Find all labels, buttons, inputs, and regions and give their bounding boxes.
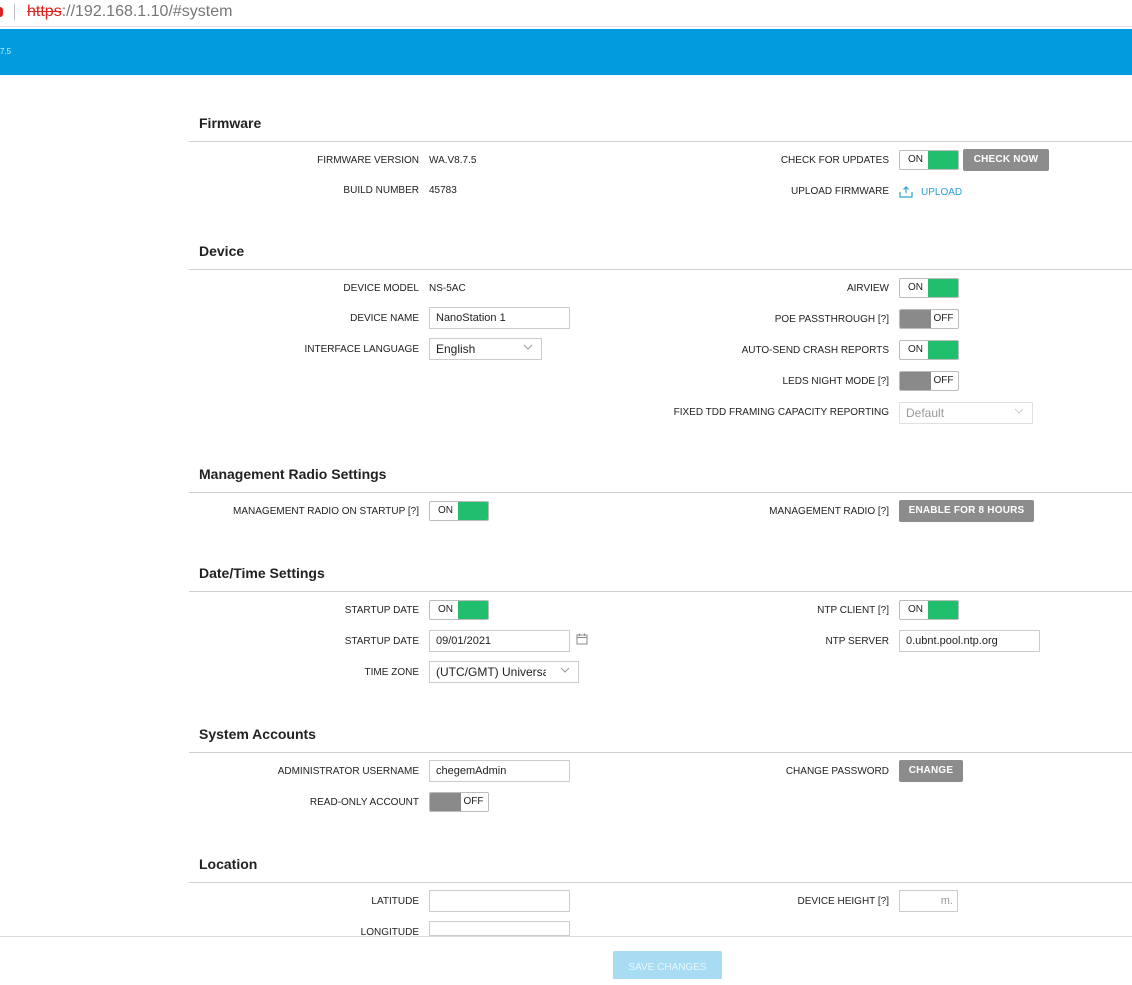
leds-night-mode-label: LEDS NIGHT MODE [?] xyxy=(782,376,889,387)
browser-url-bar[interactable]: https://192.168.1.10/#system xyxy=(0,0,1132,27)
toggle-knob xyxy=(900,372,931,390)
toggle-knob xyxy=(928,601,958,619)
check-updates-label: CHECK FOR UPDATES xyxy=(780,155,889,166)
device-height-unit: m. xyxy=(940,895,953,907)
management-radio-startup-label: MANAGEMENT RADIO ON STARTUP [?] xyxy=(233,506,419,517)
toggle-knob xyxy=(430,793,461,811)
section-title-location: Location xyxy=(199,856,258,872)
chevron-down-icon xyxy=(523,344,533,350)
device-model-label: DEVICE MODEL xyxy=(343,283,419,294)
longitude-input[interactable] xyxy=(429,921,570,936)
upload-icon[interactable] xyxy=(899,186,913,198)
startup-date-input[interactable]: 09/01/2021 xyxy=(429,630,570,652)
enable-management-radio-button[interactable]: ENABLE FOR 8 HOURS xyxy=(899,500,1034,522)
change-password-label: CHANGE PASSWORD xyxy=(785,766,889,777)
crash-reports-label: AUTO-SEND CRASH REPORTS xyxy=(741,345,889,356)
section-divider xyxy=(189,141,1132,142)
check-now-button[interactable]: CHECK NOW xyxy=(963,149,1049,171)
toggle-knob xyxy=(928,279,958,297)
app-header: 7.5 xyxy=(0,29,1132,75)
airview-label: AIRVIEW xyxy=(846,283,889,294)
chevron-down-icon xyxy=(560,667,570,673)
url-text[interactable]: https://192.168.1.10/#system xyxy=(27,3,232,21)
device-name-label: DEVICE NAME xyxy=(350,313,419,324)
toggle-knob xyxy=(900,310,931,328)
save-changes-button[interactable]: SAVE CHANGES xyxy=(613,951,722,979)
tdd-framing-label: FIXED TDD FRAMING CAPACITY REPORTING xyxy=(673,407,889,418)
header-version-fragment: 7.5 xyxy=(0,47,12,56)
calendar-icon[interactable] xyxy=(576,633,588,645)
toggle-knob xyxy=(458,502,488,520)
ntp-client-toggle[interactable]: ON xyxy=(899,600,959,620)
read-only-account-label: READ-ONLY ACCOUNT xyxy=(309,797,419,808)
upload-firmware-label: UPLOAD FIRMWARE xyxy=(791,186,889,197)
url-separator xyxy=(14,4,15,20)
leds-night-mode-toggle[interactable]: OFF xyxy=(899,371,959,391)
footer-bar xyxy=(0,936,1132,978)
admin-username-input[interactable]: chegemAdmin xyxy=(429,760,570,782)
toggle-knob xyxy=(928,341,958,359)
management-radio-label: MANAGEMENT RADIO [?] xyxy=(769,506,889,517)
crash-reports-toggle[interactable]: ON xyxy=(899,340,959,360)
admin-username-label: ADMINISTRATOR USERNAME xyxy=(277,766,419,777)
time-zone-select[interactable]: (UTC/GMT) Universal xyxy=(429,661,579,683)
ntp-server-label: NTP SERVER xyxy=(825,636,889,647)
section-divider xyxy=(189,752,1132,753)
read-only-account-toggle[interactable]: OFF xyxy=(429,792,489,812)
check-updates-toggle[interactable]: ON xyxy=(899,150,959,170)
toggle-knob xyxy=(928,151,958,169)
interface-language-label: INTERFACE LANGUAGE xyxy=(304,344,419,355)
management-radio-startup-toggle[interactable]: ON xyxy=(429,501,489,521)
startup-date-toggle[interactable]: ON xyxy=(429,600,489,620)
startup-date-toggle-label: STARTUP DATE xyxy=(344,605,419,616)
device-height-label: DEVICE HEIGHT [?] xyxy=(797,896,889,907)
section-title-management-radio: Management Radio Settings xyxy=(199,466,387,482)
startup-date-label: STARTUP DATE xyxy=(344,636,419,647)
section-title-datetime: Date/Time Settings xyxy=(199,565,325,581)
device-model-value: NS-5AC xyxy=(429,283,466,294)
build-number-value: 45783 xyxy=(429,185,457,196)
section-title-firmware: Firmware xyxy=(199,115,262,131)
tdd-framing-select[interactable]: Default xyxy=(899,402,1033,424)
ntp-server-input[interactable]: 0.ubnt.pool.ntp.org xyxy=(899,630,1040,652)
device-name-input[interactable]: NanoStation 1 xyxy=(429,307,570,329)
poe-passthrough-toggle[interactable]: OFF xyxy=(899,309,959,329)
firmware-version-label: FIRMWARE VERSION xyxy=(317,155,419,166)
security-warning-icon xyxy=(0,7,3,17)
upload-link[interactable]: UPLOAD xyxy=(921,187,962,198)
chevron-down-icon xyxy=(1014,408,1024,414)
latitude-input[interactable] xyxy=(429,890,570,912)
time-zone-label: TIME ZONE xyxy=(364,667,419,678)
device-height-input[interactable]: m. xyxy=(899,890,958,912)
airview-toggle[interactable]: ON xyxy=(899,278,959,298)
section-divider xyxy=(189,591,1132,592)
build-number-label: BUILD NUMBER xyxy=(343,185,419,196)
ntp-client-label: NTP CLIENT [?] xyxy=(817,605,889,616)
firmware-version-value: WA.V8.7.5 xyxy=(429,155,477,166)
section-divider xyxy=(189,269,1132,270)
section-divider xyxy=(189,882,1132,883)
section-divider xyxy=(189,492,1132,493)
interface-language-select[interactable]: English xyxy=(429,338,542,360)
latitude-label: LATITUDE xyxy=(371,896,419,907)
section-title-accounts: System Accounts xyxy=(199,726,316,742)
poe-passthrough-label: POE PASSTHROUGH [?] xyxy=(774,314,889,325)
section-title-device: Device xyxy=(199,243,245,259)
change-password-button[interactable]: CHANGE xyxy=(899,760,963,782)
toggle-knob xyxy=(458,601,488,619)
